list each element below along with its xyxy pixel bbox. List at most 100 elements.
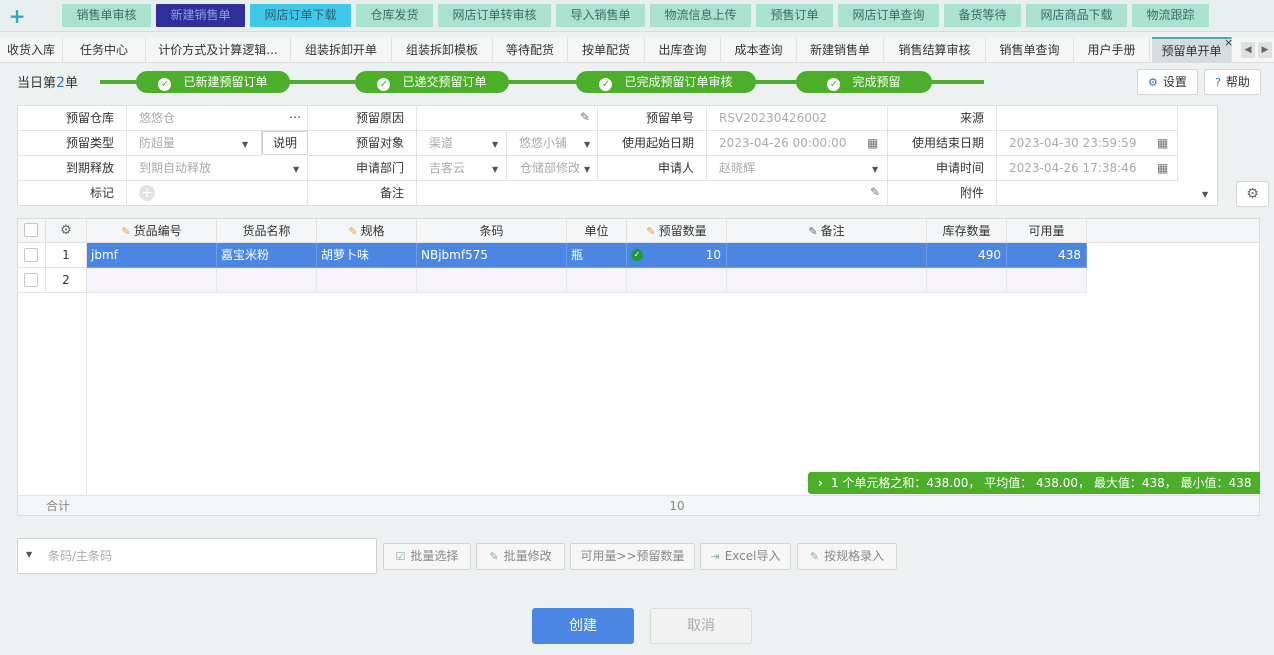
settings-button[interactable]: ⚙ 设置 xyxy=(1137,69,1198,95)
chevron-right-icon[interactable]: › xyxy=(818,476,823,490)
edit-icon[interactable]: ✎ xyxy=(580,110,590,124)
available-to-qty-button[interactable]: 可用量>>预留数量 xyxy=(570,543,695,570)
close-tab-icon[interactable]: × xyxy=(1224,37,1233,48)
cell-spec[interactable]: 胡萝卜味 xyxy=(317,243,417,268)
warehouse-field[interactable]: 悠悠仓 xyxy=(127,106,308,131)
quick-nav-item[interactable]: 网店商品下载 xyxy=(1026,4,1127,27)
tab[interactable]: 组装拆卸开单 xyxy=(291,37,392,63)
tab[interactable]: 等待配货 xyxy=(493,37,568,63)
add-shortcut-icon[interactable]: + xyxy=(6,5,28,27)
tab[interactable]: 按单配货 xyxy=(568,37,645,63)
calendar-icon[interactable]: ▦ xyxy=(1157,161,1168,175)
progress-step: ✓ 已新建预留订单 xyxy=(136,71,290,93)
cell-spec[interactable] xyxy=(317,268,417,293)
cell-qty[interactable] xyxy=(627,268,727,293)
excel-import-button[interactable]: ⇥ Excel导入 xyxy=(700,543,791,570)
quick-nav-item[interactable]: 物流信息上传 xyxy=(650,4,751,27)
row-checkbox[interactable] xyxy=(24,273,38,287)
quick-nav-item[interactable]: 物流跟踪 xyxy=(1132,4,1209,27)
chevron-down-icon[interactable]: ▼ xyxy=(492,140,498,149)
chevron-down-icon[interactable]: ▼ xyxy=(584,140,590,149)
column-header[interactable]: ✎ 规格 xyxy=(317,219,417,243)
tab-active[interactable]: 预留单开单 xyxy=(1152,37,1232,63)
chevron-down-icon[interactable]: ▼ xyxy=(242,140,248,149)
attach-field[interactable] xyxy=(997,181,1217,206)
progress-step: ✓ 已递交预留订单 xyxy=(355,71,509,93)
cell-code[interactable] xyxy=(87,268,217,293)
tab[interactable]: 用户手册 xyxy=(1074,37,1150,63)
tab[interactable]: 组装拆卸模板 xyxy=(392,37,493,63)
cell-unit[interactable] xyxy=(567,268,627,293)
row-checkbox[interactable] xyxy=(24,248,38,262)
add-tag-icon[interactable]: + xyxy=(139,185,155,201)
barcode-input[interactable] xyxy=(48,546,368,566)
quick-nav-item[interactable]: 导入销售单 xyxy=(556,4,645,27)
cell-barcode[interactable]: NBjbmf575 xyxy=(417,243,567,268)
column-header[interactable]: 条码 xyxy=(417,219,567,243)
tab[interactable]: 新建销售单 xyxy=(797,37,884,63)
remark-field[interactable] xyxy=(417,181,888,206)
edit-icon[interactable]: ✎ xyxy=(870,185,880,199)
column-header[interactable]: 货品名称 xyxy=(217,219,317,243)
select-all-checkbox[interactable] xyxy=(24,223,38,237)
column-header[interactable]: 库存数量 xyxy=(927,219,1007,243)
quick-nav-item[interactable]: 网店订单查询 xyxy=(838,4,939,27)
quick-nav-item[interactable]: 仓库发货 xyxy=(356,4,433,27)
tab[interactable]: 任务中心 xyxy=(63,37,146,63)
cell-barcode[interactable] xyxy=(417,268,567,293)
more-icon[interactable]: ⋯ xyxy=(289,110,301,124)
applicant-label: 申请人 xyxy=(598,156,707,181)
column-header[interactable]: 可用量 xyxy=(1007,219,1087,243)
explain-button[interactable]: 说明 xyxy=(262,131,308,155)
release-label: 到期释放 xyxy=(18,156,127,181)
chevron-down-icon[interactable]: ▼ xyxy=(26,550,32,559)
calendar-icon[interactable]: ▦ xyxy=(867,136,878,150)
tab[interactable]: 销售单查询 xyxy=(986,37,1074,63)
cell-remark[interactable] xyxy=(727,268,927,293)
tab-scroll-right-icon[interactable]: ▶ xyxy=(1258,42,1272,58)
tab[interactable]: 计价方式及计算逻辑... xyxy=(146,37,291,63)
quick-nav-item[interactable]: 新建销售单 xyxy=(156,4,245,27)
column-header[interactable]: 单位 xyxy=(567,219,627,243)
help-button[interactable]: ? 帮助 xyxy=(1204,69,1261,95)
chevron-down-icon[interactable]: ▼ xyxy=(872,165,878,174)
spec-entry-button[interactable]: ✎ 按规格录入 xyxy=(797,543,897,570)
applicant-select[interactable]: 赵晓辉 xyxy=(707,156,888,181)
cell-name[interactable] xyxy=(217,268,317,293)
quick-nav-item[interactable]: 销售单审核 xyxy=(62,4,151,27)
column-header[interactable]: ✎ 货品编号 xyxy=(87,219,217,243)
create-button[interactable]: 创建 xyxy=(532,608,634,644)
start-date-field[interactable]: 2023-04-26 00:00:00 xyxy=(707,131,888,156)
cell-code[interactable]: jbmf xyxy=(87,243,217,268)
tab[interactable]: 成本查询 xyxy=(721,37,797,63)
cancel-button[interactable]: 取消 xyxy=(650,608,752,644)
tab[interactable]: 收货入库 xyxy=(0,37,63,63)
chevron-down-icon[interactable]: ▼ xyxy=(1202,190,1208,199)
tab[interactable]: 出库查询 xyxy=(645,37,721,63)
tab[interactable]: 销售结算审核 xyxy=(884,37,986,63)
column-settings-gear-icon[interactable]: ⚙ xyxy=(46,219,87,243)
chevron-down-icon[interactable]: ▼ xyxy=(584,165,590,174)
end-date-field[interactable]: 2023-04-30 23:59:59 xyxy=(997,131,1178,156)
quick-nav-item[interactable]: 预售订单 xyxy=(756,4,833,27)
chevron-down-icon[interactable]: ▼ xyxy=(492,165,498,174)
release-select[interactable]: 到期自动释放 xyxy=(127,156,308,181)
gear-icon: ⚙ xyxy=(1148,76,1158,89)
batch-select-button[interactable]: ☑ 批量选择 xyxy=(383,543,471,570)
reason-field[interactable] xyxy=(417,106,598,131)
cell-remark[interactable] xyxy=(727,243,927,268)
tag-field[interactable]: + xyxy=(127,181,308,206)
column-header[interactable]: ✎ 备注 xyxy=(727,219,927,243)
quick-nav-item[interactable]: 备货等待 xyxy=(944,4,1021,27)
cell-unit[interactable]: 瓶 xyxy=(567,243,627,268)
quick-nav-item[interactable]: 网店订单下载 xyxy=(250,4,351,27)
calendar-icon[interactable]: ▦ xyxy=(1157,136,1168,150)
form-settings-gear-icon[interactable]: ⚙ xyxy=(1236,181,1269,207)
column-header[interactable]: ✎ 预留数量 xyxy=(627,219,727,243)
batch-edit-button[interactable]: ✎ 批量修改 xyxy=(476,543,565,570)
chevron-down-icon[interactable]: ▼ xyxy=(293,165,299,174)
cell-qty[interactable]: ✓ 10 xyxy=(627,243,727,268)
quick-nav-item[interactable]: 网店订单转审核 xyxy=(438,4,551,27)
cell-name[interactable]: 嘉宝米粉 xyxy=(217,243,317,268)
tab-scroll-left-icon[interactable]: ◀ xyxy=(1241,42,1255,58)
